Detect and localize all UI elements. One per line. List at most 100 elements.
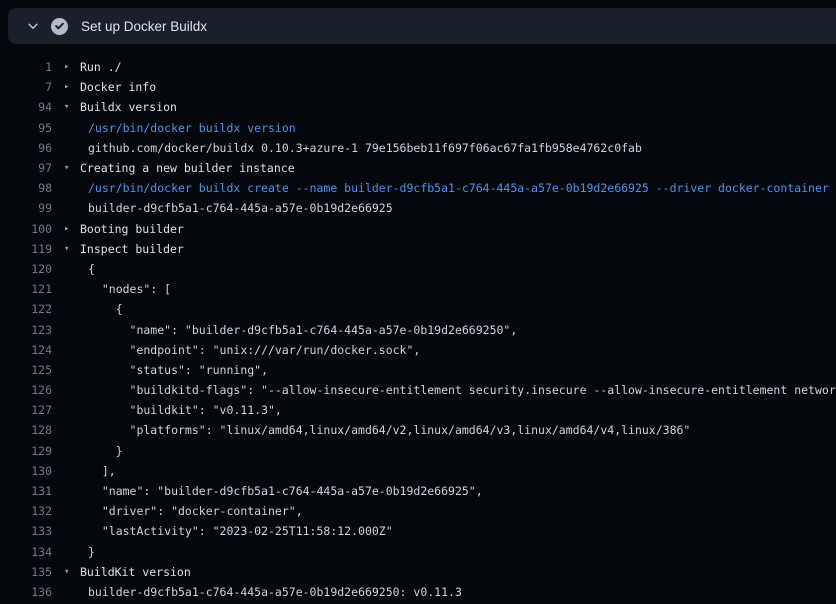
log-group-title: Run ./ xyxy=(80,60,122,74)
line-number[interactable]: 135 xyxy=(0,565,52,579)
log-output-text: "name": "builder-d9cfb5a1-c764-445a-a57e… xyxy=(88,323,517,337)
line-number[interactable]: 134 xyxy=(0,545,52,559)
log-group-title: Docker info xyxy=(80,80,156,94)
log-output-text: builder-d9cfb5a1-c764-445a-a57e-0b19d2e6… xyxy=(88,201,393,215)
triangle-expanded-icon[interactable]: ▾ xyxy=(64,163,80,173)
log-line-row: 131 "name": "builder-d9cfb5a1-c764-445a-… xyxy=(0,481,836,501)
line-number[interactable]: 1 xyxy=(0,60,52,74)
log-group-row: 119 ▾Inspect builder xyxy=(0,239,836,259)
log-lines-container: 1▸Run ./7▸Docker info94▾Buildx version95… xyxy=(0,57,836,602)
log-line-row: 122 { xyxy=(0,299,836,319)
log-output-text: { xyxy=(88,302,123,316)
log-output-text: "status": "running", xyxy=(88,363,268,377)
log-line-row: 120 { xyxy=(0,259,836,279)
log-line-row: 125 "status": "running", xyxy=(0,360,836,380)
line-number[interactable]: 130 xyxy=(0,464,52,478)
triangle-expanded-icon[interactable]: ▾ xyxy=(64,244,80,254)
actions-log-viewer: Set up Docker Buildx 1▸Run ./7▸Docker in… xyxy=(0,0,836,604)
log-line-row: 128 "platforms": "linux/amd64,linux/amd6… xyxy=(0,420,836,440)
triangle-collapsed-icon[interactable]: ▸ xyxy=(64,62,80,72)
log-group-row: 100 ▸Booting builder xyxy=(0,219,836,239)
log-group-title: BuildKit version xyxy=(80,565,191,579)
log-group-title: Buildx version xyxy=(80,100,177,114)
log-output-text: "name": "builder-d9cfb5a1-c764-445a-a57e… xyxy=(88,484,483,498)
log-line-row: 121 "nodes": [ xyxy=(0,279,836,299)
log-group-toggle[interactable]: ▾Creating a new builder instance xyxy=(64,161,295,175)
log-output-text: "lastActivity": "2023-02-25T11:58:12.000… xyxy=(88,524,393,538)
log-group-toggle[interactable]: ▸Booting builder xyxy=(64,222,184,236)
log-line-row: 126 "buildkitd-flags": "--allow-insecure… xyxy=(0,380,836,400)
log-command-text: /usr/bin/docker buildx version xyxy=(88,121,296,135)
triangle-expanded-icon[interactable]: ▾ xyxy=(64,102,80,112)
line-number[interactable]: 7 xyxy=(0,80,52,94)
log-line-row: 95/usr/bin/docker buildx version xyxy=(0,118,836,138)
log-group-row: 135 ▾BuildKit version xyxy=(0,562,836,582)
line-number[interactable]: 128 xyxy=(0,423,52,437)
log-output-text: ], xyxy=(88,464,116,478)
log-line-row: 127 "buildkit": "v0.11.3", xyxy=(0,400,836,420)
log-line-row: 134} xyxy=(0,542,836,562)
log-line-row: 123 "name": "builder-d9cfb5a1-c764-445a-… xyxy=(0,319,836,339)
line-number[interactable]: 126 xyxy=(0,383,52,397)
log-line-row: 98/usr/bin/docker buildx create --name b… xyxy=(0,178,836,198)
log-output-text: "endpoint": "unix:///var/run/docker.sock… xyxy=(88,343,420,357)
log-group-row: 97 ▾Creating a new builder instance xyxy=(0,158,836,178)
log-output-text: "buildkitd-flags": "--allow-insecure-ent… xyxy=(88,383,836,397)
log-line-row: 132 "driver": "docker-container", xyxy=(0,501,836,521)
log-group-toggle[interactable]: ▸Run ./ xyxy=(64,60,122,74)
log-output-text: github.com/docker/buildx 0.10.3+azure-1 … xyxy=(88,141,642,155)
line-number[interactable]: 123 xyxy=(0,323,52,337)
triangle-collapsed-icon[interactable]: ▸ xyxy=(64,224,80,234)
line-number[interactable]: 127 xyxy=(0,403,52,417)
line-number[interactable]: 133 xyxy=(0,524,52,538)
log-output-text: "driver": "docker-container", xyxy=(88,504,303,518)
log-line-row: 136 builder-d9cfb5a1-c764-445a-a57e-0b19d… xyxy=(0,582,836,602)
log-output-text: } xyxy=(88,545,95,559)
line-number[interactable]: 120 xyxy=(0,262,52,276)
line-number[interactable]: 100 xyxy=(0,222,52,236)
log-line-row: 96 github.com/docker/buildx 0.10.3+azure-… xyxy=(0,138,836,158)
line-number[interactable]: 96 xyxy=(0,141,52,155)
log-group-toggle[interactable]: ▾BuildKit version xyxy=(64,565,191,579)
log-line-row: 130 ], xyxy=(0,461,836,481)
log-group-row: 1 ▸Run ./ xyxy=(0,57,836,77)
step-title: Set up Docker Buildx xyxy=(81,19,207,34)
triangle-expanded-icon[interactable]: ▾ xyxy=(64,567,80,577)
line-number[interactable]: 131 xyxy=(0,484,52,498)
log-group-title: Creating a new builder instance xyxy=(80,161,295,175)
log-group-toggle[interactable]: ▾Buildx version xyxy=(64,100,177,114)
log-group-title: Inspect builder xyxy=(80,242,184,256)
log-output-text: builder-d9cfb5a1-c764-445a-a57e-0b19d2e6… xyxy=(88,585,462,599)
line-number[interactable]: 121 xyxy=(0,282,52,296)
line-number[interactable]: 124 xyxy=(0,343,52,357)
log-output-text: { xyxy=(88,262,95,276)
log-line-row: 133 "lastActivity": "2023-02-25T11:58:12… xyxy=(0,521,836,541)
log-group-toggle[interactable]: ▸Docker info xyxy=(64,80,156,94)
log-group-toggle[interactable]: ▾Inspect builder xyxy=(64,242,184,256)
log-group-row: 94 ▾Buildx version xyxy=(0,97,836,117)
log-output-text: "buildkit": "v0.11.3", xyxy=(88,403,282,417)
triangle-collapsed-icon[interactable]: ▸ xyxy=(64,82,80,92)
log-output-text: "nodes": [ xyxy=(88,282,171,296)
line-number[interactable]: 95 xyxy=(0,121,52,135)
log-output-text: } xyxy=(88,444,123,458)
log-group-title: Booting builder xyxy=(80,222,184,236)
log-group-row: 7 ▸Docker info xyxy=(0,77,836,97)
line-number[interactable]: 99 xyxy=(0,201,52,215)
line-number[interactable]: 122 xyxy=(0,302,52,316)
line-number[interactable]: 125 xyxy=(0,363,52,377)
line-number[interactable]: 132 xyxy=(0,504,52,518)
line-number[interactable]: 94 xyxy=(0,100,52,114)
log-line-row: 129 } xyxy=(0,441,836,461)
line-number[interactable]: 129 xyxy=(0,444,52,458)
line-number[interactable]: 119 xyxy=(0,242,52,256)
log-output-text: "platforms": "linux/amd64,linux/amd64/v2… xyxy=(88,423,690,437)
log-line-row: 124 "endpoint": "unix:///var/run/docker.… xyxy=(0,340,836,360)
line-number[interactable]: 97 xyxy=(0,161,52,175)
line-number[interactable]: 98 xyxy=(0,181,52,195)
log-line-row: 99 builder-d9cfb5a1-c764-445a-a57e-0b19d2… xyxy=(0,198,836,218)
step-header[interactable]: Set up Docker Buildx xyxy=(8,8,836,44)
log-command-text: /usr/bin/docker buildx create --name bui… xyxy=(88,181,829,195)
chevron-down-icon[interactable] xyxy=(26,19,40,33)
line-number[interactable]: 136 xyxy=(0,585,52,599)
